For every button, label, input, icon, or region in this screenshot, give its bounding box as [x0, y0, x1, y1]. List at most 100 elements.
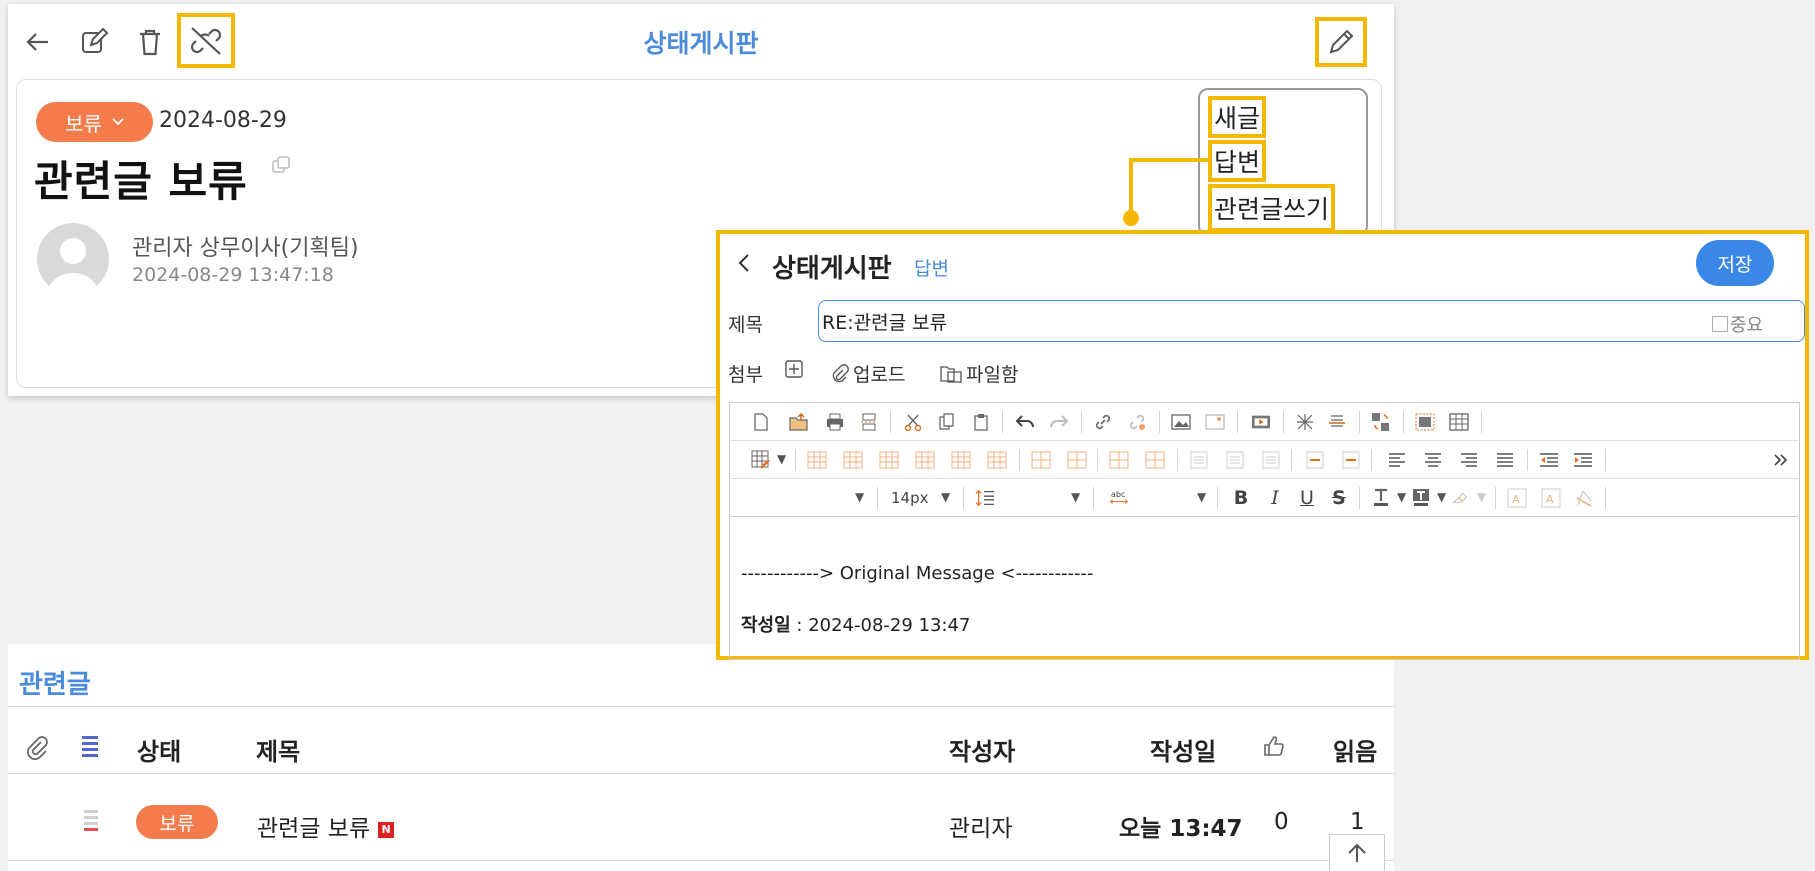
row-subject: 관련글 보류: [257, 816, 371, 842]
menu-item-new-post[interactable]: 새글: [1208, 96, 1267, 138]
align-box-icon[interactable]: [1189, 450, 1209, 470]
copy-icon[interactable]: [270, 154, 292, 180]
table-row-icon[interactable]: [1109, 450, 1129, 470]
row-author: 관리자: [949, 816, 1013, 842]
table-cell-icon[interactable]: [807, 450, 827, 470]
align-justify-icon[interactable]: [1495, 450, 1515, 470]
highlight-color-caret[interactable]: ▼: [1437, 490, 1446, 504]
horizontal-rule-icon[interactable]: [1327, 412, 1347, 432]
line-height-icon[interactable]: [975, 488, 995, 508]
row-status-badge: 보류: [136, 805, 218, 839]
reply-editor-panel: 상태게시판 답변 저장 제목 중요 첨부 업로드 파일함: [716, 230, 1809, 660]
font-size-caret[interactable]: ▼: [941, 490, 950, 504]
insert-before-icon[interactable]: [1305, 450, 1325, 470]
row-subject-link[interactable]: 관련글 보류 N: [257, 809, 395, 843]
toolbar-separator: [1495, 487, 1496, 509]
outdent-icon[interactable]: [1539, 450, 1559, 470]
toolbar-separator: [890, 411, 891, 433]
pencil-icon[interactable]: [1315, 17, 1367, 67]
video-icon[interactable]: [1251, 412, 1271, 432]
table-icon[interactable]: [1449, 412, 1469, 432]
table-split-icon[interactable]: [1067, 450, 1087, 470]
image-edit-icon[interactable]: [1205, 412, 1225, 432]
important-label: 중요: [1730, 315, 1764, 336]
save-button[interactable]: 저장: [1696, 240, 1774, 286]
line-height-caret[interactable]: ▼: [1071, 490, 1080, 504]
toolbar-separator: [1217, 487, 1218, 509]
table-insert-icon[interactable]: [751, 450, 771, 470]
image-icon[interactable]: [1171, 412, 1191, 432]
text-color-icon[interactable]: [1371, 488, 1391, 508]
folder-icon: [940, 365, 962, 383]
column-date[interactable]: 작성일: [1150, 732, 1216, 767]
clear-format-caret[interactable]: ▼: [1477, 490, 1486, 504]
font-family-caret[interactable]: ▼: [855, 490, 864, 504]
copy-icon[interactable]: [937, 412, 957, 432]
superscript-box-icon[interactable]: A: [1507, 488, 1527, 508]
more-options-icon[interactable]: [1771, 450, 1791, 470]
column-subject[interactable]: 제목: [256, 732, 300, 767]
underline-icon[interactable]: U: [1297, 487, 1317, 509]
table-col-icon[interactable]: [1145, 450, 1165, 470]
table-dropdown-caret[interactable]: ▼: [777, 452, 786, 466]
toolbar-separator: [1002, 411, 1003, 433]
insert-after-icon[interactable]: [1341, 450, 1361, 470]
letter-spacing-caret[interactable]: ▼: [1197, 490, 1206, 504]
strikethrough-icon[interactable]: S: [1329, 487, 1349, 509]
italic-icon[interactable]: I: [1265, 487, 1285, 509]
subject-input[interactable]: [818, 300, 1805, 342]
indent-icon[interactable]: [1573, 450, 1593, 470]
unlink-icon[interactable]: [1127, 412, 1147, 432]
related-title: 관련글: [19, 670, 91, 700]
column-status[interactable]: 상태: [137, 732, 181, 767]
written-date-value: : 2024-08-29 13:47: [790, 615, 971, 636]
bold-icon[interactable]: B: [1231, 487, 1251, 509]
column-author[interactable]: 작성자: [949, 732, 1015, 767]
redo-icon[interactable]: [1049, 412, 1069, 432]
find-replace-icon[interactable]: [1371, 412, 1391, 432]
special-char-icon[interactable]: [1295, 412, 1315, 432]
column-read[interactable]: 읽음: [1333, 732, 1377, 767]
table-cell-icon[interactable]: [879, 450, 899, 470]
undo-icon[interactable]: [1015, 412, 1035, 432]
toolbar-separator: [1291, 449, 1292, 471]
text-color-caret[interactable]: ▼: [1397, 490, 1406, 504]
toolbar-separator: [1177, 449, 1178, 471]
new-doc-icon[interactable]: [751, 412, 771, 432]
avatar: [37, 223, 109, 295]
menu-item-reply[interactable]: 답변: [1208, 140, 1267, 182]
file-box-button[interactable]: 파일함: [940, 360, 1018, 387]
letter-spacing-icon[interactable]: abc: [1109, 488, 1129, 508]
table-cell-icon[interactable]: [987, 450, 1007, 470]
scroll-top-button[interactable]: [1329, 834, 1385, 871]
font-size-value[interactable]: 14px: [891, 489, 929, 507]
upload-button[interactable]: 업로드: [831, 360, 905, 387]
link-icon[interactable]: [1093, 412, 1113, 432]
eraser-icon[interactable]: [1575, 488, 1595, 508]
divider: [8, 706, 1394, 707]
open-icon[interactable]: [789, 412, 809, 432]
highlight-color-icon[interactable]: [1411, 488, 1431, 508]
align-left-icon[interactable]: [1387, 450, 1407, 470]
add-attachment-icon[interactable]: [785, 360, 803, 378]
table-cell-icon[interactable]: [843, 450, 863, 470]
table-merge-icon[interactable]: [1031, 450, 1051, 470]
important-checkbox[interactable]: 중요: [1712, 311, 1763, 337]
cut-icon[interactable]: [903, 412, 923, 432]
clear-format-icon[interactable]: [1451, 488, 1471, 508]
align-box-icon[interactable]: [1225, 450, 1245, 470]
align-right-icon[interactable]: [1459, 450, 1479, 470]
page-break-icon[interactable]: [859, 412, 879, 432]
align-box-icon[interactable]: [1261, 450, 1281, 470]
subscript-box-icon[interactable]: A: [1541, 488, 1561, 508]
chevron-left-icon[interactable]: [736, 252, 754, 278]
template-icon[interactable]: [1415, 412, 1435, 432]
status-dropdown[interactable]: 보류: [36, 102, 153, 142]
align-center-icon[interactable]: [1423, 450, 1443, 470]
table-cell-icon[interactable]: [951, 450, 971, 470]
arrow-up-icon: [1348, 843, 1366, 862]
table-cell-icon[interactable]: [915, 450, 935, 470]
print-icon[interactable]: [825, 412, 845, 432]
paste-icon[interactable]: [971, 412, 991, 432]
menu-item-related-post[interactable]: 관련글쓰기: [1208, 184, 1336, 232]
